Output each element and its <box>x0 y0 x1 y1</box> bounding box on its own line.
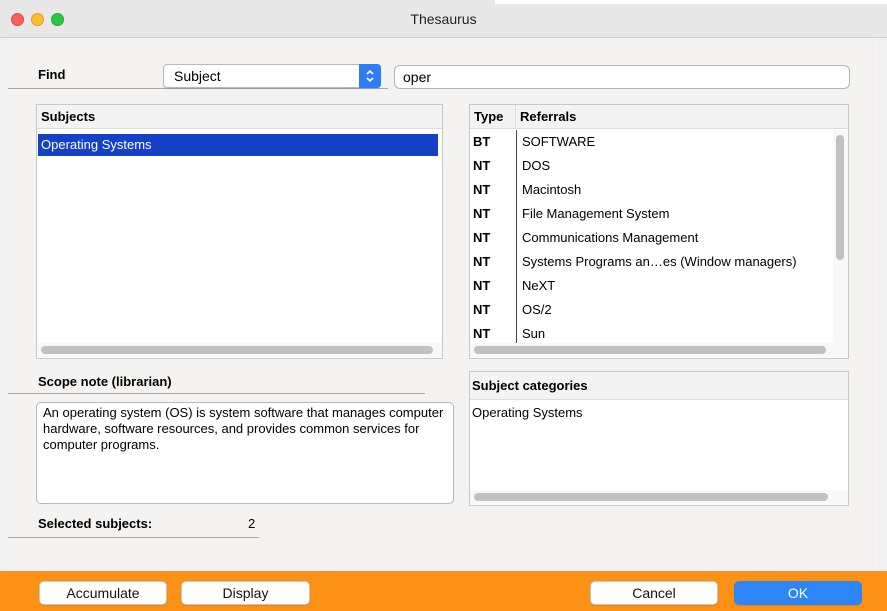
table-row[interactable]: NT DOS <box>470 154 832 178</box>
column-separator-line <box>516 130 517 345</box>
column-divider <box>515 105 516 129</box>
referral-type: NT <box>473 158 491 173</box>
referral-term: DOS <box>522 158 551 173</box>
find-field-select[interactable]: Subject <box>163 64 381 88</box>
subjects-header: Subjects <box>37 105 442 129</box>
scope-note-label: Scope note (librarian) <box>38 374 172 389</box>
table-row[interactable]: BT SOFTWARE <box>470 130 832 154</box>
subjects-header-label: Subjects <box>41 109 96 124</box>
subject-categories-header: Subject categories <box>470 372 848 400</box>
selected-subjects-label: Selected subjects: <box>38 516 153 531</box>
cancel-button[interactable]: Cancel <box>590 581 718 605</box>
category-list-item[interactable]: Operating Systems <box>472 405 583 420</box>
bottom-action-bar: Accumulate Display Cancel OK <box>0 571 887 611</box>
referral-term: Macintosh <box>522 182 582 197</box>
subject-list-item[interactable]: Operating Systems <box>38 134 438 156</box>
referral-term: Communications Management <box>522 230 699 245</box>
accumulate-button[interactable]: Accumulate <box>39 581 167 605</box>
referral-term: File Management System <box>522 206 670 221</box>
column-header-type[interactable]: Type <box>474 109 503 124</box>
find-select-value: Subject <box>174 68 221 84</box>
search-input[interactable] <box>394 65 850 89</box>
subject-categories-header-label: Subject categories <box>472 378 588 393</box>
scrollbar-thumb[interactable] <box>474 493 828 501</box>
find-label: Find <box>38 67 66 82</box>
table-row[interactable]: NT File Management System <box>470 202 832 226</box>
subject-categories-list[interactable]: Subject categories Operating Systems <box>469 371 849 506</box>
categories-horizontal-scrollbar[interactable] <box>470 490 848 504</box>
table-row[interactable]: NT OS/2 <box>470 298 832 322</box>
select-stepper-icon[interactable] <box>359 64 381 88</box>
title-bar-highlight <box>495 0 887 4</box>
scope-note-text[interactable]: An operating system (OS) is system softw… <box>36 402 454 504</box>
table-row[interactable]: NT Systems Programs an…es (Window manage… <box>470 250 832 274</box>
referral-type: NT <box>473 326 491 341</box>
scrollbar-thumb[interactable] <box>474 346 826 354</box>
table-row[interactable]: NT NeXT <box>470 274 832 298</box>
selected-subjects-count: 2 <box>248 516 256 531</box>
referral-type: NT <box>473 254 491 269</box>
referrals-vertical-scrollbar[interactable] <box>833 130 848 344</box>
table-row[interactable]: NT Macintosh <box>470 178 832 202</box>
table-row[interactable]: NT Communications Management <box>470 226 832 250</box>
referral-type: NT <box>473 302 491 317</box>
display-button[interactable]: Display <box>181 581 310 605</box>
referral-type: NT <box>473 206 491 221</box>
referral-type: BT <box>473 134 491 149</box>
referrals-table[interactable]: Type Referrals BT SOFTWARE NT DOS NT Mac… <box>469 104 849 359</box>
subjects-horizontal-scrollbar[interactable] <box>37 343 442 357</box>
window-title: Thesaurus <box>410 11 477 27</box>
selected-subjects-divider <box>8 537 259 538</box>
referral-term: Sun <box>522 326 546 341</box>
referrals-horizontal-scrollbar[interactable] <box>470 343 848 357</box>
referrals-table-header: Type Referrals <box>470 105 848 129</box>
scope-note-divider <box>8 393 425 394</box>
ok-button[interactable]: OK <box>734 581 862 605</box>
referral-term: NeXT <box>522 278 556 293</box>
referral-term: SOFTWARE <box>522 134 596 149</box>
referral-type: NT <box>473 278 491 293</box>
scrollbar-thumb[interactable] <box>41 346 433 354</box>
column-header-referrals[interactable]: Referrals <box>520 109 576 124</box>
referral-type: NT <box>473 182 491 197</box>
referral-type: NT <box>473 230 491 245</box>
subjects-list[interactable]: Subjects Operating Systems <box>36 104 443 359</box>
scrollbar-thumb[interactable] <box>836 135 844 260</box>
find-divider <box>8 88 388 89</box>
referral-term: Systems Programs an…es (Window managers) <box>522 254 797 269</box>
referral-term: OS/2 <box>522 302 552 317</box>
